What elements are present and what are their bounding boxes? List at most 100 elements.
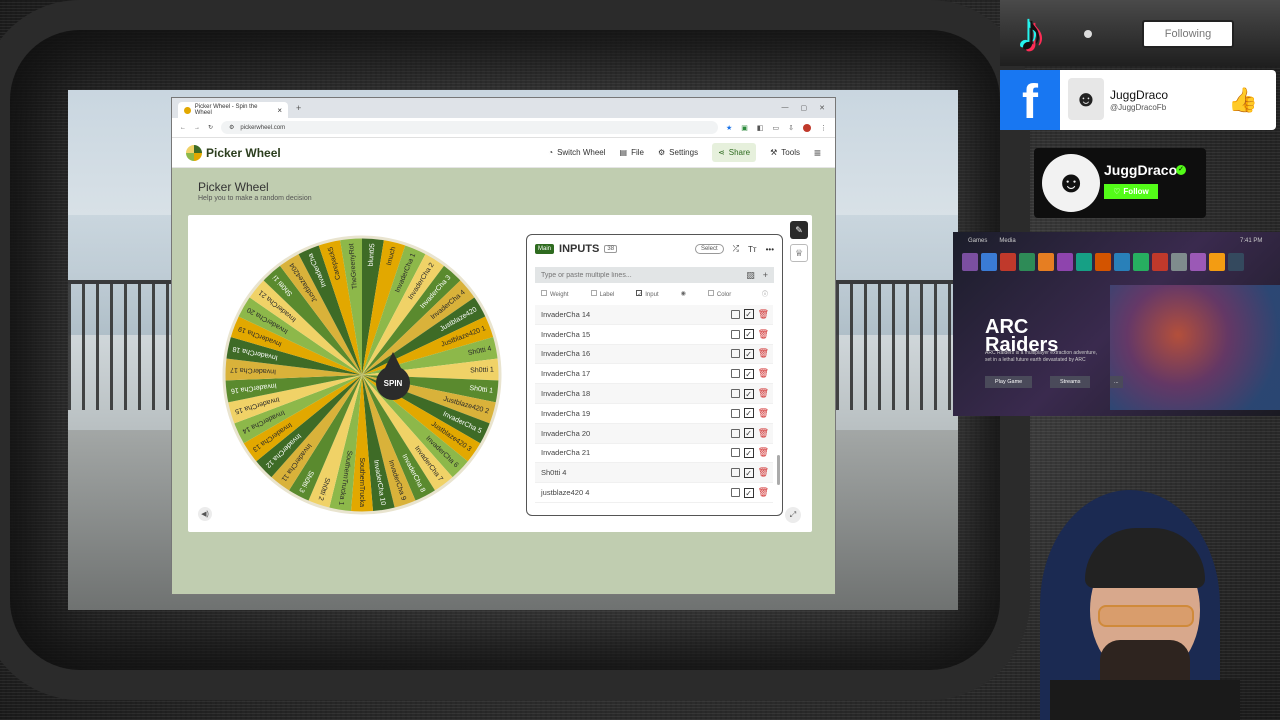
wheel-area[interactable]: blunt05 Imuch InvaderCha 1 InvaderCha 2 Inva… [220,233,504,517]
include-checkbox[interactable]: ✓ [743,447,754,458]
more-button[interactable]: ... [1110,376,1123,388]
duplicate-icon[interactable] [730,448,740,458]
xbox-game-tile[interactable] [981,253,997,271]
extension-icon[interactable]: ▣ [741,124,748,132]
minimize-icon[interactable]: — [782,104,789,112]
xbox-game-tile[interactable] [1095,253,1111,271]
xbox-tab-media[interactable]: Media [999,238,1015,244]
input-checkbox[interactable]: ✓ [636,289,642,298]
reload-icon[interactable]: ↻ [208,124,213,131]
duplicate-icon[interactable] [730,468,740,478]
duplicate-icon[interactable] [730,408,740,418]
duplicate-icon[interactable] [730,309,740,319]
xbox-game-tile[interactable] [1019,253,1035,271]
sound-icon[interactable]: ◀) [198,507,212,521]
duplicate-icon[interactable] [730,369,740,379]
window-close-icon[interactable]: ✕ [819,104,825,112]
profile-avatar[interactable] [803,123,811,132]
trash-icon[interactable]: 🗑 [758,408,769,419]
list-item[interactable]: InvaderCha 18 ✓ 🗑 [535,384,773,404]
include-checkbox[interactable]: ✓ [743,309,754,320]
include-checkbox[interactable]: ✓ [743,348,754,359]
main-badge[interactable]: Main [535,244,555,254]
shuffle-icon[interactable]: ⤮ [733,244,739,254]
xbox-game-tile[interactable] [1114,253,1130,271]
entry-input[interactable] [541,271,747,279]
trash-icon[interactable]: 🗑 [758,428,769,439]
duplicate-icon[interactable] [730,349,740,359]
trash-icon[interactable]: 🗑 [758,329,769,340]
eye-icon[interactable]: ◉ [681,290,686,297]
puzzle-icon[interactable]: ◧ [757,124,764,132]
new-tab-icon[interactable]: + [296,103,301,113]
download-icon[interactable]: ⇩ [788,124,794,132]
site-logo[interactable]: Picker Wheel [186,144,281,161]
xbox-game-tile[interactable] [1076,253,1092,271]
maximize-icon[interactable]: ▢ [801,104,808,112]
browser-tab[interactable]: Picker Wheel - Spin the Wheel × [178,102,288,118]
switch-wheel-button[interactable]: ◔ Switch Wheel [548,148,605,157]
hamburger-menu-icon[interactable]: ≡ [814,146,821,160]
settings-button[interactable]: ⚙ Settings [658,148,698,157]
xbox-game-tile[interactable] [962,253,978,271]
color-column[interactable]: Color [707,289,731,298]
include-checkbox[interactable]: ✓ [743,329,754,340]
file-button[interactable]: ▤ File [620,148,644,157]
xbox-tab-games[interactable]: Games [968,238,987,244]
trash-icon[interactable]: 🗑 [758,309,769,320]
more-options-icon[interactable]: ••• [766,245,774,254]
list-item[interactable]: Sh0tti 4 ✓ 🗑 [535,463,773,484]
xbox-game-tile[interactable] [1190,253,1206,271]
select-button[interactable]: Select [694,244,724,254]
weight-column[interactable]: Weight [541,289,569,298]
kick-follow-button[interactable]: ♡ Follow [1104,184,1158,199]
xbox-game-tile[interactable] [1152,253,1168,271]
list-item[interactable]: justblaze420 4 ✓ 🗑 [535,483,773,503]
list-item[interactable]: InvaderCha 20 ✓ 🗑 [535,423,773,444]
streams-button[interactable]: Streams [1050,376,1091,388]
spin-button[interactable]: SPIN [376,366,410,400]
include-checkbox[interactable]: ✓ [743,388,754,399]
list-item[interactable]: InvaderCha 15 ✓ 🗑 [535,325,773,345]
bookmark-star-icon[interactable]: ★ [726,124,732,132]
input-column[interactable]: ✓ Input [636,289,659,298]
duplicate-icon[interactable] [730,488,740,498]
include-checkbox[interactable]: ✓ [743,368,754,379]
close-icon[interactable]: × [277,106,282,115]
label-checkbox[interactable] [590,289,597,296]
add-icon[interactable]: + [763,270,768,281]
trophy-icon[interactable]: ♕ [790,244,808,262]
sidebar-icon[interactable]: ▭ [773,124,780,132]
list-item[interactable]: InvaderCha 14 ✓ 🗑 [535,305,773,325]
xbox-game-tile[interactable] [1038,253,1054,271]
play-game-button[interactable]: Play Game [985,376,1033,388]
picker-wheel[interactable]: blunt05 ImuchInvaderCha 1InvaderCha 2Inva… [220,233,504,517]
site-info-icon[interactable]: ⚙ [229,124,234,131]
trash-icon[interactable]: 🗑 [758,348,769,359]
include-checkbox[interactable]: ✓ [743,428,754,439]
url-field[interactable]: ⚙ pickerwheel.com [221,121,718,134]
xbox-game-tile[interactable] [1133,253,1149,271]
color-checkbox[interactable] [707,289,714,296]
trash-icon[interactable]: 🗑 [758,368,769,379]
list-item[interactable]: InvaderCha 17 ✓ 🗑 [535,364,773,385]
weight-checkbox[interactable] [541,289,547,296]
xbox-game-tile[interactable] [1057,253,1073,271]
following-button[interactable]: Following [1142,20,1234,48]
include-checkbox[interactable]: ✓ [743,487,754,498]
list-item[interactable]: InvaderCha 16 ✓ 🗑 [535,344,773,365]
trash-icon[interactable]: 🗑 [758,487,769,498]
list-item[interactable]: InvaderCha 19 ✓ 🗑 [535,404,773,424]
trash-icon[interactable]: 🗑 [758,388,769,399]
forward-icon[interactable]: → [194,125,200,131]
duplicate-icon[interactable] [730,428,740,438]
include-checkbox[interactable]: ✓ [743,408,754,419]
trash-icon[interactable]: 🗑 [758,467,769,478]
duplicate-icon[interactable] [730,329,740,339]
edit-wheel-icon[interactable]: ✎ [790,221,808,239]
list-scrollbar[interactable] [777,455,780,485]
include-checkbox[interactable]: ✓ [743,467,754,478]
text-size-icon[interactable]: Tт [748,245,757,254]
list-item[interactable]: InvaderCha 21 ✓ 🗑 [535,444,773,464]
xbox-game-tile[interactable] [1171,253,1187,271]
